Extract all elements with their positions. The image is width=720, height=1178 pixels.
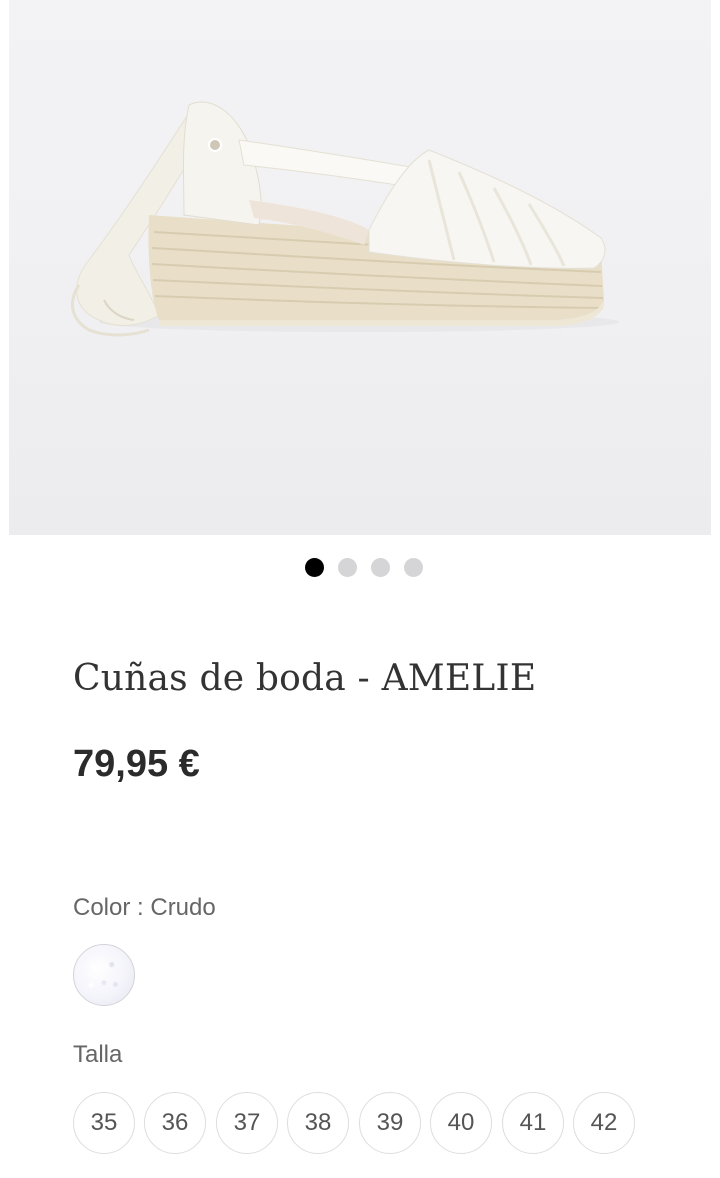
size-option[interactable]: 36 <box>144 1092 206 1154</box>
product-image[interactable] <box>9 0 711 535</box>
carousel-dot-1[interactable] <box>305 558 324 577</box>
size-option[interactable]: 40 <box>430 1092 492 1154</box>
color-swatch-crudo[interactable] <box>73 944 135 1006</box>
product-page: Cuñas de boda - AMELIE 79,95 € Color : C… <box>0 0 720 1178</box>
size-option[interactable]: 41 <box>502 1092 564 1154</box>
product-price: 79,95 € <box>73 743 200 785</box>
carousel-dot-3[interactable] <box>371 558 390 577</box>
carousel-indicator <box>0 557 720 577</box>
espadrille-wedge-shoe-icon <box>70 101 619 337</box>
product-title: Cuñas de boda - AMELIE <box>73 658 537 699</box>
size-option[interactable]: 39 <box>359 1092 421 1154</box>
carousel-dot-4[interactable] <box>404 558 423 577</box>
size-option[interactable]: 38 <box>287 1092 349 1154</box>
size-option[interactable]: 35 <box>73 1092 135 1154</box>
size-option[interactable]: 37 <box>216 1092 278 1154</box>
size-label: Talla <box>73 1041 123 1068</box>
size-option[interactable]: 42 <box>573 1092 635 1154</box>
size-selector: 35 36 37 38 39 40 41 42 <box>73 1092 713 1154</box>
carousel-dot-2[interactable] <box>338 558 357 577</box>
color-label: Color : Crudo <box>73 894 216 921</box>
